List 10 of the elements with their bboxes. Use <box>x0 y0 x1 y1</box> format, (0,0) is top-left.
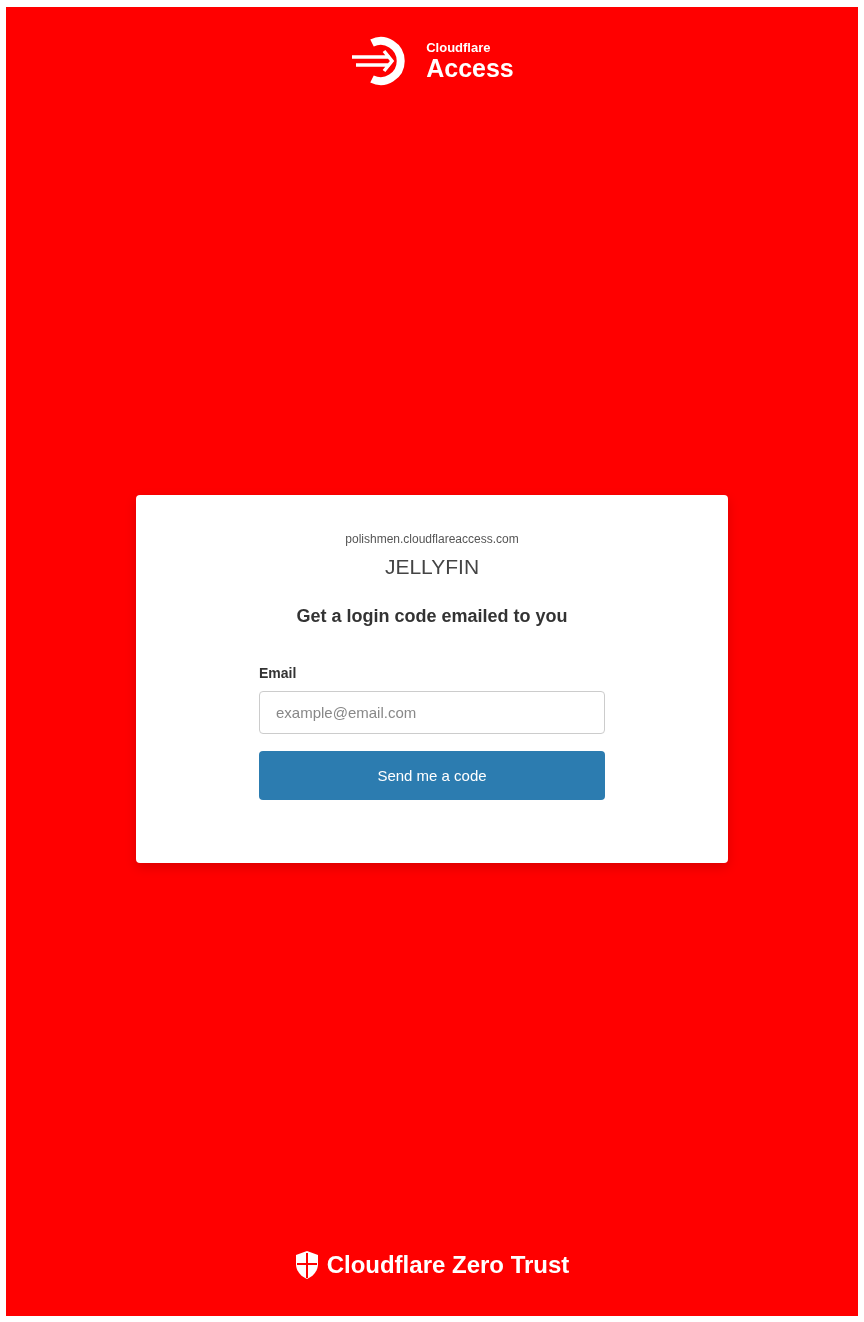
email-field[interactable]: example@email.com <box>259 690 605 734</box>
domain-text: polishmen.cloudflareaccess.com <box>345 531 519 546</box>
email-label: Email <box>259 664 298 681</box>
logo-brand: Cloudflare <box>426 41 492 54</box>
app-name: JELLYFIN <box>384 554 480 579</box>
send-code-button[interactable]: Send me a code <box>259 750 605 800</box>
shield-icon <box>294 1250 319 1280</box>
logo-product: Access <box>426 56 514 81</box>
login-heading: Get a login code emailed to you <box>296 605 568 627</box>
footer-brand: Cloudflare Zero Trust <box>326 1251 570 1279</box>
